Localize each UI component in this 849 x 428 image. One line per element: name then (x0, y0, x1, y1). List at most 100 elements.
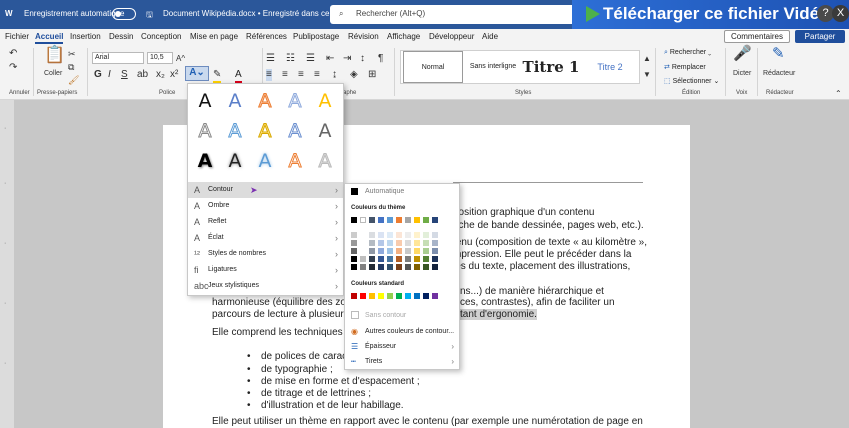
no-outline-option[interactable]: Sans contour (345, 308, 459, 323)
theme-color-swatch[interactable] (396, 217, 402, 223)
standard-color-swatch[interactable] (396, 293, 402, 299)
comments-button[interactable]: Commentaires (724, 30, 790, 43)
theme-color-swatch[interactable] (405, 232, 411, 238)
theme-color-swatch[interactable] (414, 248, 420, 254)
strikethrough-icon[interactable]: ab (137, 69, 148, 81)
autosave-toggle[interactable] (112, 8, 136, 20)
line-spacing-icon[interactable]: ↨ (332, 69, 337, 81)
theme-color-swatch[interactable] (360, 256, 366, 262)
effect-preset-gray-outline[interactable]: A (190, 116, 220, 146)
theme-color-swatch[interactable] (414, 256, 420, 262)
search-input[interactable]: Rechercher (Alt+Q) (356, 9, 425, 18)
theme-color-swatch[interactable] (396, 264, 402, 270)
effect-preset-gray[interactable]: A (310, 116, 340, 146)
theme-color-swatch[interactable] (414, 217, 420, 223)
word-app-icon[interactable]: W (5, 9, 13, 18)
theme-color-swatch[interactable] (405, 217, 411, 223)
theme-color-swatch[interactable] (414, 240, 420, 246)
standard-color-swatch[interactable] (423, 293, 429, 299)
tab-mise-en-page[interactable]: Mise en page (190, 32, 238, 41)
standard-color-swatch[interactable] (369, 293, 375, 299)
font-color-icon[interactable]: A (235, 69, 242, 84)
theme-color-swatch[interactable] (360, 248, 366, 254)
theme-color-swatch[interactable] (414, 232, 420, 238)
underline-icon[interactable]: S (121, 69, 128, 81)
menu-item-stylistic-sets[interactable]: abc Jeux stylistiques › (188, 278, 343, 294)
tab-dessin[interactable]: Dessin (109, 32, 133, 41)
standard-color-swatch[interactable] (351, 293, 357, 299)
theme-color-swatch[interactable] (351, 232, 357, 238)
theme-color-swatch[interactable] (369, 217, 375, 223)
effect-preset-blue-gradient[interactable]: A (220, 86, 250, 116)
theme-color-swatch[interactable] (369, 232, 375, 238)
style-heading-2[interactable]: Titre 2 (581, 51, 639, 83)
theme-color-swatch[interactable] (396, 248, 402, 254)
theme-color-swatch[interactable] (369, 264, 375, 270)
save-icon[interactable]: 🖫 (146, 9, 153, 23)
theme-color-swatch[interactable] (405, 248, 411, 254)
effect-preset-orange-outline[interactable]: A (250, 86, 280, 116)
multilevel-list-icon[interactable]: ☰ (306, 53, 315, 65)
bold-icon[interactable]: G (94, 69, 102, 81)
theme-color-swatch[interactable] (405, 240, 411, 246)
paste-icon[interactable]: 📋 (44, 46, 65, 63)
theme-color-swatch[interactable] (369, 256, 375, 262)
effect-preset-blue-outline-2[interactable]: A (280, 116, 310, 146)
align-center-icon[interactable]: ≡ (282, 69, 288, 81)
cut-icon[interactable]: ✂ (68, 48, 76, 60)
standard-color-swatch[interactable] (414, 293, 420, 299)
effect-preset-yellow-outline[interactable]: A (250, 116, 280, 146)
decrease-indent-icon[interactable]: ⇤ (326, 53, 334, 65)
tab-aide[interactable]: Aide (482, 32, 498, 41)
tab-affichage[interactable]: Affichage (387, 32, 420, 41)
search-box[interactable]: ⌕ Rechercher (Alt+Q) (330, 5, 590, 24)
select-button[interactable]: ⬚ Sélectionner ⌄ (664, 77, 719, 85)
tab-accueil[interactable]: Accueil (35, 32, 64, 44)
borders-icon[interactable]: ⊞ (368, 69, 376, 81)
automatic-color-option[interactable]: Automatique (345, 184, 459, 199)
theme-color-swatch[interactable] (387, 248, 393, 254)
theme-color-swatch[interactable] (432, 217, 438, 223)
increase-indent-icon[interactable]: ⇥ (343, 53, 351, 65)
styles-more-icon[interactable]: ▼ (643, 69, 651, 81)
theme-color-swatch[interactable] (432, 232, 438, 238)
theme-color-swatch[interactable] (423, 232, 429, 238)
more-outline-colors-option[interactable]: ◉ Autres couleurs de contour... (345, 324, 459, 339)
theme-color-swatch[interactable] (405, 264, 411, 270)
styles-scroll-up-icon[interactable]: ▲ (643, 53, 651, 65)
theme-color-swatch[interactable] (423, 264, 429, 270)
theme-color-swatch[interactable] (396, 240, 402, 246)
theme-color-swatch[interactable] (405, 256, 411, 262)
theme-color-swatch[interactable] (378, 248, 384, 254)
tab-insertion[interactable]: Insertion (70, 32, 101, 41)
microphone-icon[interactable]: 🎤 (733, 46, 752, 61)
theme-color-swatch[interactable] (387, 217, 393, 223)
superscript-icon[interactable]: x² (170, 69, 178, 81)
standard-color-swatch[interactable] (432, 293, 438, 299)
subscript-icon[interactable]: x₂ (156, 69, 165, 81)
editor-icon[interactable]: ✎ (772, 46, 785, 61)
tab-conception[interactable]: Conception (141, 32, 181, 41)
font-size-input[interactable]: 10,5 (147, 52, 173, 64)
theme-color-swatch[interactable] (423, 217, 429, 223)
outline-dashes-option[interactable]: ┅ Tirets › (345, 354, 459, 369)
effect-preset-blue-glow[interactable]: A (250, 146, 280, 176)
theme-color-swatch[interactable] (432, 256, 438, 262)
pilcrow-icon[interactable]: ¶ (378, 53, 383, 65)
theme-color-swatch[interactable] (432, 240, 438, 246)
theme-color-swatch[interactable] (396, 256, 402, 262)
find-button[interactable]: ⌕ Rechercher ⌄ (664, 49, 711, 57)
theme-color-swatch[interactable] (360, 217, 366, 223)
theme-color-swatch[interactable] (378, 232, 384, 238)
collapse-ribbon-icon[interactable]: ⌃ (835, 88, 842, 100)
theme-color-swatch[interactable] (387, 264, 393, 270)
effect-preset-black-shadow[interactable]: A (190, 146, 220, 176)
standard-color-swatch[interactable] (378, 293, 384, 299)
editor-label[interactable]: Rédacteur (763, 68, 795, 80)
style-no-spacing[interactable]: Sans interligne (465, 51, 521, 83)
theme-color-swatch[interactable] (378, 256, 384, 262)
theme-color-swatch[interactable] (351, 240, 357, 246)
style-heading-1[interactable]: Titre 1 (522, 51, 580, 83)
theme-color-swatch[interactable] (378, 240, 384, 246)
paste-label[interactable]: Coller (44, 68, 62, 80)
